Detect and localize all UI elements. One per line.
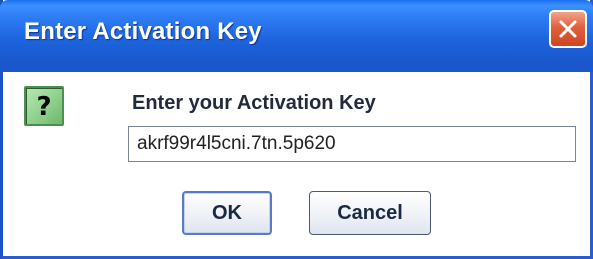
close-icon [559,20,577,38]
window-title: Enter Activation Key [24,18,262,45]
ok-button[interactable]: OK [182,191,272,235]
question-mark-glyph: ? [36,92,52,122]
activation-key-input[interactable] [128,126,576,162]
dialog-content: ? Enter your Activation Key OK Cancel [3,72,590,256]
prompt-label: Enter your Activation Key [132,92,376,114]
question-icon: ? [24,86,64,126]
activation-dialog: Enter Activation Key ? Enter your Activa… [0,0,593,259]
cancel-button[interactable]: Cancel [309,191,431,235]
title-bar[interactable]: Enter Activation Key [0,0,593,72]
close-button[interactable] [549,10,587,48]
